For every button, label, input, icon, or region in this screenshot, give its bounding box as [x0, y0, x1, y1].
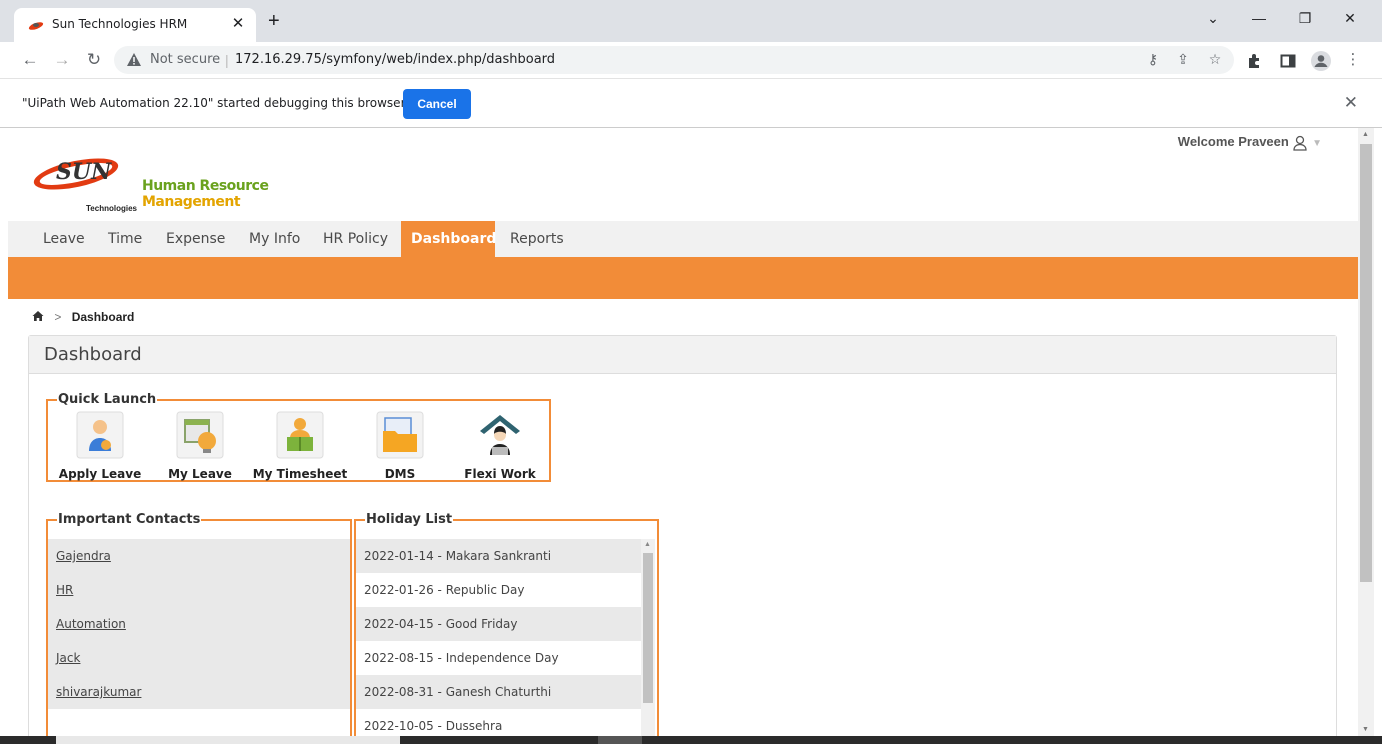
my-leave-icon	[176, 411, 224, 459]
sun-logo-favicon-icon	[28, 22, 44, 30]
bookmark-star-icon[interactable]: ☆	[1206, 51, 1224, 68]
quick-launch-group: Quick Launch Apply Leave My Leave My Tim…	[46, 392, 551, 482]
breadcrumb-separator: >	[54, 310, 62, 324]
window-close-button[interactable]: ✕	[1340, 10, 1360, 27]
reload-icon[interactable]: ↻	[83, 49, 105, 71]
important-contacts-legend: Important Contacts	[58, 512, 201, 527]
page-scrollbar[interactable]: ▲ ▼	[1358, 128, 1374, 736]
quick-launch-legend: Quick Launch	[58, 392, 157, 407]
sun-technologies-logo-icon: SUN	[33, 158, 119, 190]
infobar-close-icon[interactable]: ✕	[1344, 93, 1358, 113]
holiday-item: 2022-04-15 - Good Friday	[356, 607, 641, 641]
page-scroll-down-icon[interactable]: ▼	[1362, 726, 1369, 733]
holiday-item: 2022-08-15 - Independence Day	[356, 641, 641, 675]
main-menu: Leave Time Expense My Info HR Policy Das…	[8, 221, 1358, 257]
debug-message: "UiPath Web Automation 22.10" started de…	[22, 96, 406, 110]
new-tab-button[interactable]: +	[268, 11, 280, 31]
dms-folder-icon	[376, 411, 424, 459]
apply-leave-label: Apply Leave	[58, 467, 142, 481]
profile-avatar-icon[interactable]	[1310, 50, 1332, 72]
contact-link[interactable]: HR	[48, 573, 350, 607]
address-bar[interactable]: Not secure | 172.16.29.75/symfony/web/in…	[114, 46, 1234, 74]
menu-item-dashboard[interactable]: Dashboard	[401, 221, 496, 257]
window-minimize-chevron-icon[interactable]: ⌄	[1203, 10, 1223, 27]
menu-item-expense[interactable]: Expense	[156, 221, 235, 257]
holiday-list-group: Holiday List 2022-01-14 - Makara Sankran…	[354, 512, 659, 736]
security-status-label[interactable]: Not secure	[150, 52, 220, 67]
url-text[interactable]: 172.16.29.75/symfony/web/index.php/dashb…	[235, 52, 555, 67]
breadcrumb-current: Dashboard	[71, 310, 135, 324]
back-arrow-icon[interactable]: ←	[19, 49, 41, 71]
holiday-list-scroll-thumb[interactable]	[643, 553, 653, 703]
quick-launch-my-timesheet[interactable]: My Timesheet	[250, 411, 350, 481]
menu-item-leave[interactable]: Leave	[33, 221, 95, 257]
scroll-up-arrow-icon[interactable]: ▲	[644, 541, 651, 548]
contact-link[interactable]: Automation	[48, 607, 350, 641]
breadcrumb: > Dashboard	[32, 310, 134, 324]
contact-link[interactable]: Jack	[48, 641, 350, 675]
warning-triangle-icon	[127, 53, 141, 66]
dashboard-panel: Dashboard Quick Launch Apply Leave My Le…	[28, 335, 1337, 736]
debug-infobar: "UiPath Web Automation 22.10" started de…	[0, 78, 1382, 128]
extensions-puzzle-icon[interactable]	[1247, 53, 1263, 69]
my-timesheet-icon	[276, 411, 324, 459]
logo-subtitle: Technologies	[86, 204, 137, 213]
quick-launch-flexi-work[interactable]: Flexi Work	[450, 411, 550, 481]
company-logo[interactable]: SUN Human Resource Management Technologi…	[32, 142, 332, 213]
browser-toolbar: ← → ↻ Not secure | 172.16.29.75/symfony/…	[0, 42, 1382, 78]
browser-menu-icon[interactable]: ⋮	[1343, 50, 1363, 68]
logo-title: Human Resource Management	[142, 178, 269, 210]
window-minimize-button[interactable]: —	[1249, 10, 1269, 26]
menu-submenu-bar	[8, 257, 1358, 299]
page-title: Dashboard	[29, 336, 1336, 374]
my-leave-label: My Leave	[168, 467, 232, 481]
holiday-list-legend: Holiday List	[366, 512, 453, 527]
holiday-item: 2022-10-05 - Dussehra	[356, 709, 641, 736]
tab-title: Sun Technologies HRM	[52, 17, 188, 31]
apply-leave-icon	[76, 411, 124, 459]
browser-tab[interactable]: Sun Technologies HRM ✕	[14, 8, 256, 42]
tab-close-icon[interactable]: ✕	[228, 14, 248, 32]
holiday-item: 2022-01-26 - Republic Day	[356, 573, 641, 607]
omnibox-divider: |	[225, 52, 229, 68]
svg-text:SUN: SUN	[56, 159, 112, 185]
window-restore-button[interactable]: ❐	[1295, 10, 1315, 27]
taskbar-app-segment[interactable]	[56, 736, 400, 744]
hrm-page: SUN Human Resource Management Technologi…	[8, 128, 1358, 736]
debug-cancel-button[interactable]: Cancel	[403, 89, 471, 119]
quick-launch-dms[interactable]: DMS	[350, 411, 450, 481]
share-icon[interactable]: ⇪	[1174, 51, 1192, 68]
welcome-user-menu[interactable]: Welcome Praveen ▼	[1178, 134, 1322, 151]
holiday-item: 2022-01-14 - Makara Sankranti	[356, 539, 641, 573]
contact-list: Gajendra HR Automation Jack shivarajkuma…	[48, 539, 350, 709]
page-scroll-up-icon[interactable]: ▲	[1362, 131, 1369, 138]
user-icon	[1293, 135, 1308, 151]
caret-down-icon: ▼	[1312, 138, 1322, 149]
welcome-text: Welcome Praveen	[1177, 134, 1289, 149]
holiday-list-scrollbar[interactable]: ▲	[641, 539, 655, 736]
browser-tabstrip: Sun Technologies HRM ✕ + ⌄ — ❐ ✕	[0, 0, 1382, 42]
dms-label: DMS	[384, 467, 416, 481]
taskbar-app-segment[interactable]	[598, 736, 642, 744]
page-scroll-thumb[interactable]	[1360, 144, 1372, 582]
os-taskbar	[0, 736, 1382, 744]
holiday-item: 2022-08-31 - Ganesh Chaturthi	[356, 675, 641, 709]
my-timesheet-label: My Timesheet	[252, 467, 348, 481]
contact-link[interactable]: shivarajkumar	[48, 675, 350, 709]
menu-item-hr-policy[interactable]: HR Policy	[313, 221, 398, 257]
flexi-work-icon	[480, 415, 520, 455]
contact-link[interactable]: Gajendra	[48, 539, 350, 573]
side-panel-icon[interactable]	[1280, 53, 1296, 69]
menu-item-my-info[interactable]: My Info	[239, 221, 310, 257]
quick-launch-my-leave[interactable]: My Leave	[150, 411, 250, 481]
flexi-work-label: Flexi Work	[464, 467, 536, 481]
forward-arrow-icon[interactable]: →	[51, 49, 73, 71]
menu-item-reports[interactable]: Reports	[500, 221, 574, 257]
important-contacts-group: Important Contacts Gajendra HR Automatio…	[46, 512, 352, 736]
home-icon[interactable]	[32, 310, 44, 322]
holiday-list: 2022-01-14 - Makara Sankranti 2022-01-26…	[356, 539, 641, 736]
quick-launch-apply-leave[interactable]: Apply Leave	[50, 411, 150, 481]
key-icon[interactable]: ⚷	[1144, 51, 1162, 68]
menu-item-time[interactable]: Time	[98, 221, 152, 257]
